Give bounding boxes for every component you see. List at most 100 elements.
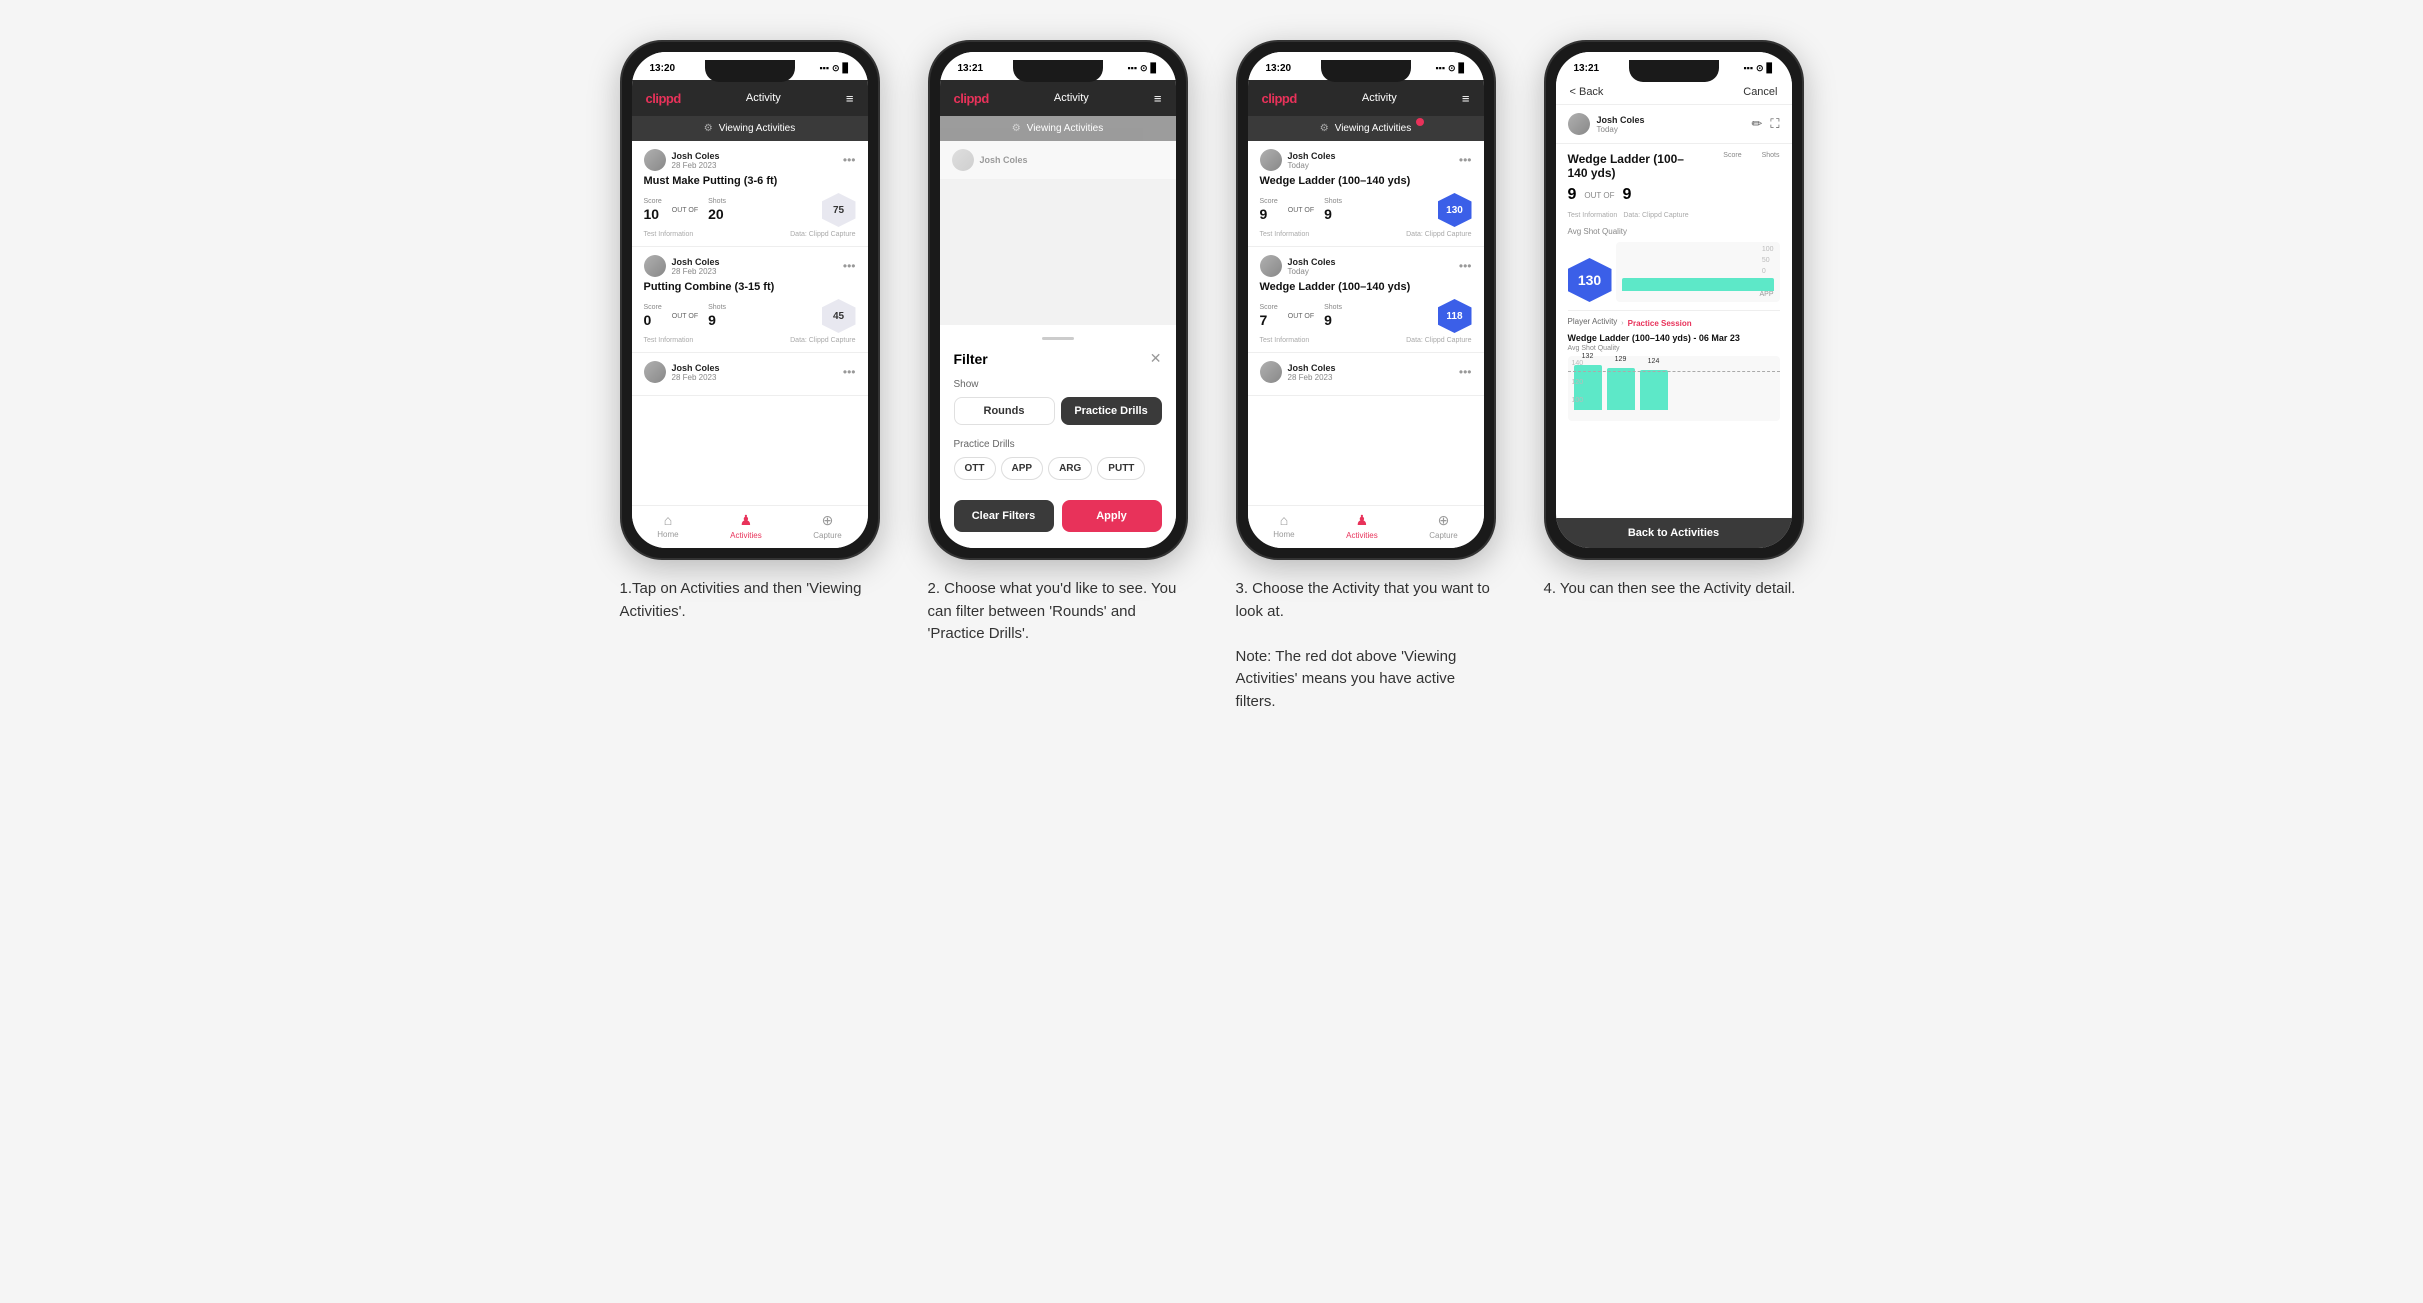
expand-icon-4[interactable]: ⛶ xyxy=(1770,116,1779,132)
sq-badge-1-2: 45 xyxy=(822,299,856,333)
score-label-1-2: Score xyxy=(644,304,662,311)
card-header-1-2: Josh Coles 28 Feb 2023 ••• xyxy=(644,255,856,277)
user-date-1-3: 28 Feb 2023 xyxy=(672,373,720,382)
caption-3: 3. Choose the Activity that you want to … xyxy=(1236,578,1496,713)
activity-card-1-3[interactable]: Josh Coles 28 Feb 2023 ••• xyxy=(632,353,868,396)
filter-icon-1: ⚙ xyxy=(704,123,713,134)
viewing-bar-2[interactable]: ⚙ Viewing Activities xyxy=(940,116,1176,141)
card-user-1-2: Josh Coles 28 Feb 2023 xyxy=(644,255,720,277)
tab-home-1[interactable]: ⌂ Home xyxy=(657,512,678,540)
clear-filters-btn-2[interactable]: Clear Filters xyxy=(954,500,1054,532)
activity-card-1-2[interactable]: Josh Coles 28 Feb 2023 ••• Putting Combi… xyxy=(632,247,868,353)
phone-3-screen: 13:20 ▪▪▪ ⊙ ▊ clippd Activity ≡ ⚙ Viewin… xyxy=(1248,52,1484,548)
battery-icon-3: ▊ xyxy=(1459,63,1466,74)
activity-card-3-2[interactable]: Josh Coles Today ••• Wedge Ladder (100–1… xyxy=(1248,247,1484,353)
user-name-1-3: Josh Coles xyxy=(672,363,720,373)
menu-icon-2[interactable]: ≡ xyxy=(1154,91,1162,106)
tab-capture-1[interactable]: ⊕ Capture xyxy=(813,512,841,540)
card-menu-1-1[interactable]: ••• xyxy=(843,153,856,167)
shots-col-label-4: Shots xyxy=(1762,152,1780,159)
filter-tags-row-2: OTT APP ARG PUTT xyxy=(954,457,1162,480)
signal-icon-1: ▪▪▪ xyxy=(819,63,829,73)
history-chart-4: 132 129 124 140 1 xyxy=(1568,356,1780,421)
score-label-3-2: Score xyxy=(1260,304,1278,311)
score-value-1-1: 10 xyxy=(644,206,662,222)
rounds-toggle-btn-2[interactable]: Rounds xyxy=(954,397,1055,425)
detail-user-actions-4: ✏ ⛶ xyxy=(1751,116,1779,132)
score-label-1-1: Score xyxy=(644,198,662,205)
card-header-3-3: Josh Coles 28 Feb 2023 ••• xyxy=(1260,361,1472,383)
menu-icon-1[interactable]: ≡ xyxy=(846,91,854,106)
card-menu-3-2[interactable]: ••• xyxy=(1459,259,1472,273)
outof-3-2: OUT OF xyxy=(1288,313,1314,320)
menu-icon-3[interactable]: ≡ xyxy=(1462,91,1470,106)
tab-capture-3[interactable]: ⊕ Capture xyxy=(1429,512,1457,540)
filter-title-2: Filter xyxy=(954,351,988,367)
practice-drills-toggle-btn-2[interactable]: Practice Drills xyxy=(1061,397,1162,425)
user-name-3-3: Josh Coles xyxy=(1288,363,1336,373)
data-source-3-1: Data: Clippd Capture xyxy=(1406,231,1471,238)
phone-notch-1 xyxy=(705,60,795,82)
shots-value-3-2: 9 xyxy=(1324,312,1342,328)
cancel-btn-4[interactable]: Cancel xyxy=(1743,86,1777,98)
battery-icon-4: ▊ xyxy=(1767,63,1774,74)
apply-btn-2[interactable]: Apply xyxy=(1062,500,1162,532)
viewing-bar-1[interactable]: ⚙ Viewing Activities xyxy=(632,116,868,141)
card-menu-1-2[interactable]: ••• xyxy=(843,259,856,273)
card-menu-3-1[interactable]: ••• xyxy=(1459,153,1472,167)
red-dot-3 xyxy=(1416,118,1424,126)
tag-ott-2[interactable]: OTT xyxy=(954,457,996,480)
back-btn-4[interactable]: < Back xyxy=(1570,86,1604,98)
tag-app-2[interactable]: APP xyxy=(1001,457,1044,480)
tab-home-3[interactable]: ⌂ Home xyxy=(1273,512,1294,540)
test-info-3-2: Test Information xyxy=(1260,337,1310,344)
outof-3-1: OUT OF xyxy=(1288,207,1314,214)
card-title-3-1: Wedge Ladder (100–140 yds) xyxy=(1260,175,1472,187)
battery-icon-2: ▊ xyxy=(1151,63,1158,74)
viewing-bar-3[interactable]: ⚙ Viewing Activities xyxy=(1248,116,1484,141)
phone-1-frame: 13:20 ▪▪▪ ⊙ ▊ clippd Activity ≡ ⚙ View xyxy=(620,40,880,560)
viewing-bar-text-1: Viewing Activities xyxy=(719,123,796,134)
avatar-3-3 xyxy=(1260,361,1282,383)
card-user-3-1: Josh Coles Today xyxy=(1260,149,1336,171)
phone-3-frame: 13:20 ▪▪▪ ⊙ ▊ clippd Activity ≡ ⚙ Viewin… xyxy=(1236,40,1496,560)
tab-capture-label-3: Capture xyxy=(1429,531,1457,540)
wifi-icon-3: ⊙ xyxy=(1448,63,1456,74)
screen-scroll-3: Josh Coles Today ••• Wedge Ladder (100–1… xyxy=(1248,141,1484,505)
activity-card-3-3[interactable]: Josh Coles 28 Feb 2023 ••• xyxy=(1248,353,1484,396)
app-nav-2: clippd Activity ≡ xyxy=(940,80,1176,116)
nav-title-3: Activity xyxy=(1362,92,1397,104)
phone-2-col: 13:21 ▪▪▪ ⊙ ▊ clippd Activity ≡ ⚙ View xyxy=(918,40,1198,646)
card-header-3-1: Josh Coles Today ••• xyxy=(1260,149,1472,171)
player-activity-section-4: Player Activity › Practice Session Wedge… xyxy=(1568,310,1780,421)
detail-title-4: Wedge Ladder (100–140 yds) xyxy=(1568,152,1698,180)
chart-area-4: 100 50 0 APP xyxy=(1616,242,1780,302)
tab-activities-1[interactable]: ♟ Activities xyxy=(730,512,762,540)
detail-user-row-4: Josh Coles Today ✏ ⛶ xyxy=(1556,105,1792,144)
detail-score-4: 9 xyxy=(1568,186,1577,204)
filter-close-2[interactable]: ✕ xyxy=(1150,350,1162,367)
back-to-activities-btn-4[interactable]: Back to Activities xyxy=(1556,518,1792,548)
avatar-3-1 xyxy=(1260,149,1282,171)
practice-drills-section-label-2: Practice Drills xyxy=(954,439,1162,450)
card-header-1-1: Josh Coles 28 Feb 2023 ••• xyxy=(644,149,856,171)
tag-arg-2[interactable]: ARG xyxy=(1048,457,1092,480)
user-name-3-1: Josh Coles xyxy=(1288,151,1336,161)
activity-card-3-1[interactable]: Josh Coles Today ••• Wedge Ladder (100–1… xyxy=(1248,141,1484,247)
avatar-3-2 xyxy=(1260,255,1282,277)
edit-icon-4[interactable]: ✏ xyxy=(1751,116,1762,132)
card-menu-3-3[interactable]: ••• xyxy=(1459,365,1472,379)
card-menu-1-3[interactable]: ••• xyxy=(843,365,856,379)
tab-activities-3[interactable]: ♟ Activities xyxy=(1346,512,1378,540)
screen-scroll-1: Josh Coles 28 Feb 2023 ••• Must Make Put… xyxy=(632,141,868,505)
activities-icon-1: ♟ xyxy=(740,512,753,529)
nav-title-2: Activity xyxy=(1054,92,1089,104)
tab-home-label-1: Home xyxy=(657,530,678,539)
card-stats-3-2: Score 7 OUT OF Shots 9 118 xyxy=(1260,299,1472,333)
user-date-3-3: 28 Feb 2023 xyxy=(1288,373,1336,382)
activity-card-1-1[interactable]: Josh Coles 28 Feb 2023 ••• Must Make Put… xyxy=(632,141,868,247)
filter-actions-2: Clear Filters Apply xyxy=(954,500,1162,532)
user-date-3-2: Today xyxy=(1288,267,1336,276)
tag-putt-2[interactable]: PUTT xyxy=(1097,457,1145,480)
card-title-1-2: Putting Combine (3-15 ft) xyxy=(644,281,856,293)
